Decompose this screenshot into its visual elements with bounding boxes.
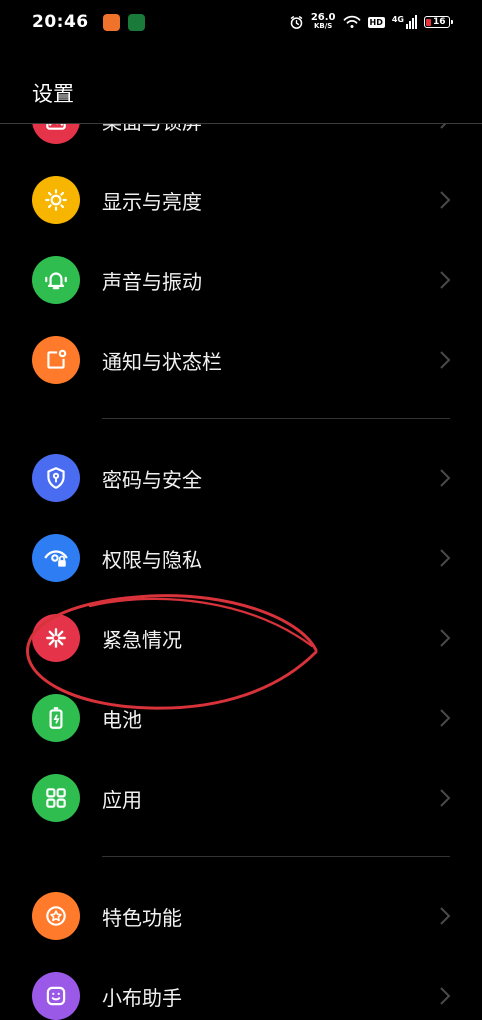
notification-icon xyxy=(32,336,80,384)
chevron-right-icon xyxy=(440,124,447,129)
chevron-right-icon xyxy=(440,351,451,369)
chevron-right-icon xyxy=(440,271,451,289)
apps-grid-icon xyxy=(32,774,80,822)
settings-list-viewport[interactable]: 桌面与锁屏 显示与亮度 声音与振动 通知与状态栏 xyxy=(0,124,482,1020)
battery-fill xyxy=(426,18,431,26)
sun-icon xyxy=(32,176,80,224)
app-notification-icon xyxy=(127,13,145,31)
notification-app-icons xyxy=(102,13,145,31)
chevron-right-icon xyxy=(440,987,451,1005)
battery-indicator: 16 xyxy=(424,16,453,28)
settings-item-label: 小布助手 xyxy=(102,986,182,1010)
hd-badge: HD xyxy=(367,16,385,28)
signal-bar-icon xyxy=(409,21,411,29)
status-right: 26.0 KB/S HD 4G 16 xyxy=(289,13,453,31)
chevron-right-icon xyxy=(440,191,451,209)
signal-bar-icon xyxy=(406,24,408,29)
assistant-icon xyxy=(32,972,80,1020)
settings-item-wallpaper[interactable]: 桌面与锁屏 xyxy=(0,124,482,160)
section-gap xyxy=(0,400,482,438)
net-speed-unit: KB/S xyxy=(313,22,333,30)
settings-item-battery[interactable]: 电池 xyxy=(0,678,482,758)
settings-list: 桌面与锁屏 显示与亮度 声音与振动 通知与状态栏 xyxy=(0,124,482,1020)
chevron-right-icon xyxy=(440,469,451,487)
chevron-right-icon xyxy=(440,709,451,727)
asterisk-icon xyxy=(32,614,80,662)
settings-item-password-security[interactable]: 密码与安全 xyxy=(0,438,482,518)
settings-item-label: 声音与振动 xyxy=(102,270,202,294)
signal-bar-icon xyxy=(412,18,414,29)
settings-item-notification[interactable]: 通知与状态栏 xyxy=(0,320,482,400)
section-divider xyxy=(102,856,450,857)
settings-item-label: 权限与隐私 xyxy=(102,548,202,572)
settings-item-label: 紧急情况 xyxy=(102,628,182,652)
chevron-right-icon xyxy=(440,629,451,647)
settings-item-label: 密码与安全 xyxy=(102,468,202,492)
settings-item-assistant[interactable]: 小布助手 xyxy=(0,956,482,1020)
chevron-right-icon xyxy=(440,789,451,807)
settings-item-label: 桌面与锁屏 xyxy=(102,124,202,135)
settings-item-emergency[interactable]: 紧急情况 xyxy=(0,598,482,678)
alarm-icon xyxy=(290,15,303,29)
chevron-right-icon xyxy=(440,907,451,925)
wifi-icon xyxy=(343,15,360,28)
chevron-right-icon xyxy=(440,549,451,567)
battery-level: 16 xyxy=(433,17,446,27)
settings-item-label: 显示与亮度 xyxy=(102,190,202,214)
status-time: 20:46 xyxy=(32,12,89,32)
settings-item-special-features[interactable]: 特色功能 xyxy=(0,876,482,956)
network-type: 4G xyxy=(391,15,404,24)
settings-item-privacy[interactable]: 权限与隐私 xyxy=(0,518,482,598)
bell-icon xyxy=(32,256,80,304)
net-speed: 26.0 KB/S xyxy=(311,13,336,31)
section-divider xyxy=(102,418,450,419)
settings-item-apps[interactable]: 应用 xyxy=(0,758,482,838)
page-title: 设置 xyxy=(32,82,74,106)
settings-item-label: 电池 xyxy=(102,708,142,732)
settings-item-label: 通知与状态栏 xyxy=(102,350,222,374)
eye-lock-icon xyxy=(32,534,80,582)
settings-item-label: 应用 xyxy=(102,788,142,812)
status-bar: 20:46 26.0 KB/S HD 4G 16 xyxy=(0,0,482,44)
settings-item-label: 特色功能 xyxy=(102,906,182,930)
battery-icon xyxy=(32,694,80,742)
section-gap xyxy=(0,838,482,876)
app-notification-icon xyxy=(102,13,120,31)
settings-item-sound[interactable]: 声音与振动 xyxy=(0,240,482,320)
wallpaper-icon xyxy=(32,124,80,144)
settings-item-display[interactable]: 显示与亮度 xyxy=(0,160,482,240)
signal: 4G xyxy=(392,15,417,29)
shield-key-icon xyxy=(32,454,80,502)
header: 设置 xyxy=(0,64,482,124)
signal-bar-icon xyxy=(415,15,417,29)
star-icon xyxy=(32,892,80,940)
